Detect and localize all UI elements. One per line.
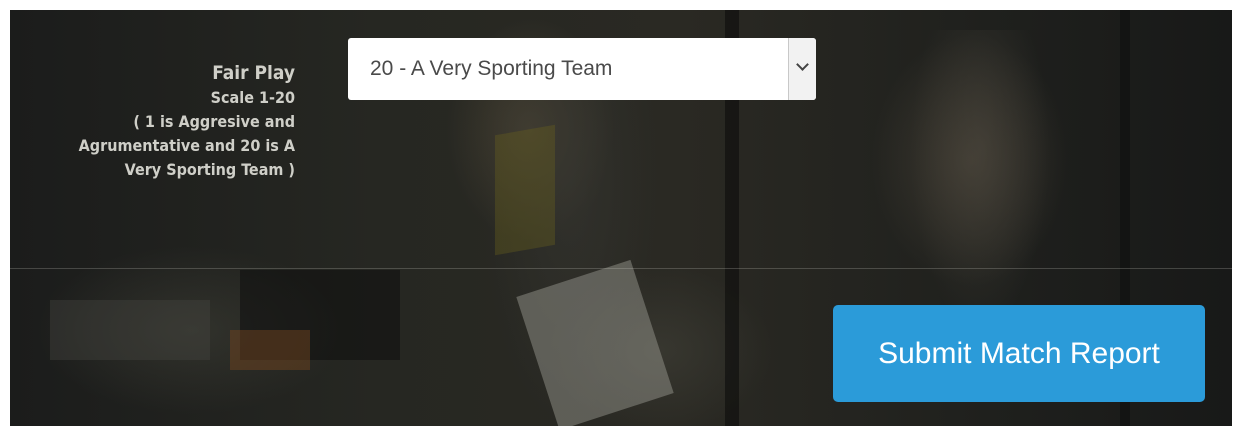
section-divider — [10, 268, 1232, 269]
background-photo-table — [50, 300, 210, 360]
chevron-down-icon — [796, 58, 809, 71]
fair-play-help-line: ( 1 is Aggresive and — [133, 112, 295, 131]
background-photo-vest — [495, 124, 555, 256]
background-photo-bag — [230, 330, 310, 370]
dropdown-toggle[interactable] — [788, 38, 816, 100]
background-photo-paper — [516, 259, 674, 426]
background-photo-crate — [240, 270, 400, 360]
fair-play-title: Fair Play — [212, 62, 295, 84]
fair-play-selected-value: 20 - A Very Sporting Team — [370, 57, 613, 80]
fair-play-scale: Scale 1-20 — [210, 88, 295, 107]
match-report-panel: Fair Play Scale 1-20 ( 1 is Aggresive an… — [10, 10, 1232, 426]
background-photo-person — [480, 70, 660, 426]
fair-play-select[interactable]: 20 - A Very Sporting Team — [348, 38, 816, 100]
fair-play-help-line: Agrumentative and 20 is A — [78, 136, 295, 155]
fair-play-label: Fair Play Scale 1-20 ( 1 is Aggresive an… — [10, 60, 295, 182]
fair-play-help-line: Very Sporting Team ) — [124, 160, 295, 179]
background-photo-figure — [910, 30, 1050, 330]
submit-match-report-button[interactable]: Submit Match Report — [833, 305, 1205, 402]
